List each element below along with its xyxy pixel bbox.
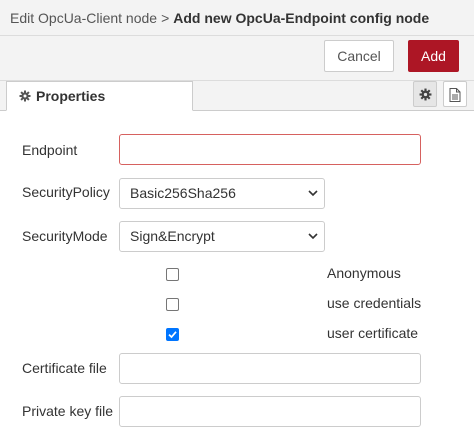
- page-title: Add new OpcUa-Endpoint config node: [173, 10, 430, 26]
- gear-icon: [19, 90, 31, 102]
- chevron-down-icon: [308, 190, 318, 197]
- add-button[interactable]: Add: [408, 40, 459, 72]
- security-mode-value: Sign&Encrypt: [130, 228, 215, 244]
- breadcrumb-parent-link[interactable]: Edit OpcUa-Client node: [10, 10, 157, 26]
- endpoint-label: Endpoint: [22, 142, 78, 158]
- breadcrumb: Edit OpcUa-Client node > Add new OpcUa-End…: [0, 0, 474, 36]
- security-mode-label: SecurityMode: [22, 228, 108, 244]
- security-policy-select[interactable]: Basic256Sha256: [119, 178, 325, 209]
- certificate-file-input[interactable]: [119, 353, 421, 384]
- settings-tab-button[interactable]: [413, 81, 437, 107]
- user-certificate-label: user certificate: [327, 325, 419, 341]
- chevron-down-icon: [308, 233, 318, 240]
- security-policy-value: Basic256Sha256: [130, 185, 236, 201]
- breadcrumb-separator: >: [161, 10, 170, 26]
- description-tab-button[interactable]: [443, 81, 467, 107]
- endpoint-input[interactable]: [119, 134, 421, 165]
- security-policy-label: SecurityPolicy: [22, 184, 110, 200]
- cancel-button[interactable]: Cancel: [324, 40, 394, 72]
- security-mode-select[interactable]: Sign&Encrypt: [119, 221, 325, 252]
- tab-properties-label: Properties: [36, 88, 106, 104]
- user-certificate-checkbox[interactable]: [166, 328, 179, 341]
- use-credentials-checkbox[interactable]: [166, 298, 179, 311]
- document-icon: [449, 88, 461, 102]
- dialog-button-bar: Cancel Add: [0, 36, 474, 81]
- tab-bar: Properties: [0, 81, 474, 111]
- use-credentials-label: use credentials: [327, 295, 422, 311]
- checkmark-icon: [168, 331, 177, 339]
- anonymous-checkbox[interactable]: [166, 268, 179, 281]
- certificate-file-label: Certificate file: [22, 360, 107, 376]
- anonymous-label: Anonymous: [327, 265, 401, 281]
- gear-icon: [419, 88, 432, 101]
- properties-form: Endpoint SecurityPolicy Basic256Sha256 S…: [0, 111, 474, 439]
- tab-properties[interactable]: Properties: [6, 81, 193, 111]
- private-key-file-input[interactable]: [119, 396, 421, 427]
- private-key-file-label: Private key file: [22, 403, 114, 419]
